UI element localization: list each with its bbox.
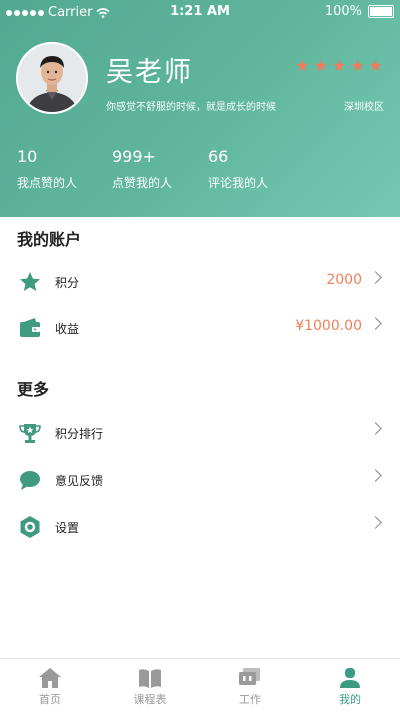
stat-value: 10 xyxy=(17,147,38,166)
star-icon: ★ xyxy=(368,56,383,75)
settings-row[interactable]: 设置 xyxy=(0,505,400,549)
home-icon xyxy=(39,668,61,688)
tab-label: 首页 xyxy=(39,693,61,706)
feedback-row[interactable]: 意见反馈 xyxy=(0,458,400,502)
points-label: 积分 xyxy=(55,276,80,290)
stat-commented-me[interactable]: 66 评论我的人 xyxy=(208,147,268,191)
motto-text: 你感觉不舒服的时候，就是成长的时候 xyxy=(106,102,276,113)
tab-mine[interactable]: 我的 xyxy=(300,659,400,712)
tab-schedule[interactable]: 课程表 xyxy=(100,659,200,712)
star-icon: ★ xyxy=(295,56,310,75)
earnings-label: 收益 xyxy=(55,322,80,336)
stat-liked-me[interactable]: 999+ 点赞我的人 xyxy=(112,147,172,191)
tab-label: 我的 xyxy=(339,693,361,706)
book-icon xyxy=(139,669,161,688)
settings-label: 设置 xyxy=(55,521,80,535)
tab-label: 工作 xyxy=(239,693,261,706)
stat-label: 评论我的人 xyxy=(208,176,269,190)
chevron-right-icon xyxy=(369,271,382,284)
tab-home[interactable]: 首页 xyxy=(0,659,100,712)
teacher-name: 吴老师 xyxy=(106,57,193,88)
chevron-right-icon xyxy=(369,422,382,435)
wallet-icon xyxy=(20,318,40,337)
more-section-title: 更多 xyxy=(17,380,50,399)
avatar[interactable] xyxy=(16,42,88,114)
settings-icon xyxy=(20,516,40,538)
stat-value: 66 xyxy=(208,147,229,166)
avatar-portrait-icon xyxy=(18,44,86,112)
chevron-right-icon xyxy=(369,317,382,330)
tab-work[interactable]: 工作 xyxy=(200,659,300,712)
rating-stars: ★ ★ ★ ★ ★ xyxy=(295,58,383,74)
user-icon xyxy=(340,668,360,688)
stat-label: 我点赞的人 xyxy=(17,176,78,190)
stat-value: 999+ xyxy=(112,147,156,166)
tab-bar: 首页 课程表 工作 我的 xyxy=(0,658,400,712)
points-ranking-label: 积分排行 xyxy=(55,427,104,441)
points-row[interactable]: 积分 2000 xyxy=(0,260,400,304)
star-icon: ★ xyxy=(331,56,347,75)
battery-percent: 100% xyxy=(324,4,362,19)
profile-header: Carrier 1:21 AM 100% 吴老师 ★ ★ ★ ★ ★ 你感觉不舒… xyxy=(0,0,400,217)
points-ranking-row[interactable]: 积分排行 xyxy=(0,411,400,455)
trophy-icon xyxy=(19,424,41,443)
chevron-right-icon xyxy=(369,516,382,529)
tab-label: 课程表 xyxy=(133,693,167,706)
campus-label: 深圳校区 xyxy=(344,102,384,113)
work-icon xyxy=(239,668,260,685)
account-section-title: 我的账户 xyxy=(17,230,82,249)
star-icon: ★ xyxy=(313,56,328,75)
stat-label: 点赞我的人 xyxy=(112,176,173,190)
status-bar: Carrier 1:21 AM 100% xyxy=(0,0,400,24)
feedback-label: 意见反馈 xyxy=(55,474,104,488)
star-icon xyxy=(20,272,40,291)
star-icon: ★ xyxy=(350,56,365,75)
points-value: 2000 xyxy=(326,272,362,288)
earnings-row[interactable]: 收益 ¥1000.00 xyxy=(0,306,400,350)
stat-liked-by-me[interactable]: 10 我点赞的人 xyxy=(17,147,77,191)
chat-bubble-icon xyxy=(20,471,40,490)
earnings-value: ¥1000.00 xyxy=(295,318,362,334)
chevron-right-icon xyxy=(369,469,382,482)
battery-icon xyxy=(368,5,394,18)
